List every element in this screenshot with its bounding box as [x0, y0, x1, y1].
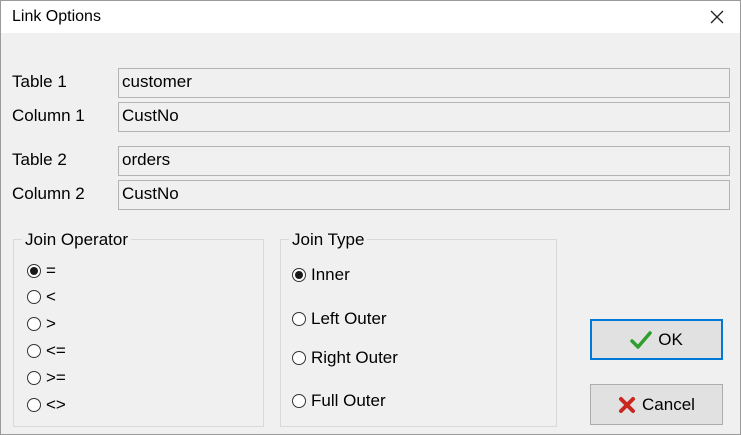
radio-icon: [292, 312, 306, 326]
join-type-right-outer[interactable]: Right Outer: [292, 348, 398, 368]
join-op-label: <=: [46, 341, 66, 360]
radio-selected-dot: [295, 271, 303, 279]
join-op-less[interactable]: <: [27, 287, 56, 307]
radio-icon: [27, 344, 41, 358]
join-type-label: Left Outer: [311, 309, 387, 328]
join-type-left-outer[interactable]: Left Outer: [292, 309, 387, 329]
close-button[interactable]: [694, 1, 740, 33]
join-operator-legend: Join Operator: [22, 230, 131, 250]
join-type-inner[interactable]: Inner: [292, 265, 350, 285]
cancel-button[interactable]: Cancel: [590, 384, 723, 425]
table2-field: orders: [118, 146, 730, 176]
x-icon: [618, 396, 636, 414]
join-op-label: <: [46, 287, 56, 306]
ok-button[interactable]: OK: [590, 319, 723, 360]
join-type-label: Right Outer: [311, 348, 398, 367]
radio-icon: [292, 268, 306, 282]
join-op-equal[interactable]: =: [27, 261, 56, 281]
join-op-not-equal[interactable]: <>: [27, 395, 66, 415]
table1-field: customer: [118, 68, 730, 98]
link-options-dialog: Link Options Table 1 customer Column 1 C…: [0, 0, 741, 435]
join-type-label: Inner: [311, 265, 350, 284]
close-icon: [710, 10, 724, 24]
ok-label: OK: [658, 329, 683, 349]
radio-icon: [27, 398, 41, 412]
column2-label: Column 2: [12, 184, 85, 203]
radio-selected-dot: [30, 267, 38, 275]
join-op-label: >: [46, 314, 56, 333]
window-title: Link Options: [12, 8, 101, 25]
column1-field: CustNo: [118, 102, 730, 132]
table2-label: Table 2: [12, 150, 67, 169]
radio-icon: [27, 264, 41, 278]
join-type-legend: Join Type: [289, 230, 368, 250]
join-op-label: =: [46, 261, 56, 280]
join-type-label: Full Outer: [311, 391, 386, 410]
join-op-less-equal[interactable]: <=: [27, 341, 66, 361]
join-op-label: <>: [46, 395, 66, 414]
radio-icon: [27, 317, 41, 331]
column1-label: Column 1: [12, 106, 85, 125]
check-icon: [630, 330, 652, 349]
join-op-greater-equal[interactable]: >=: [27, 368, 66, 388]
table1-label: Table 1: [12, 72, 67, 91]
radio-icon: [292, 394, 306, 408]
join-op-greater[interactable]: >: [27, 314, 56, 334]
radio-icon: [27, 371, 41, 385]
radio-icon: [292, 351, 306, 365]
column2-field: CustNo: [118, 180, 730, 210]
join-op-label: >=: [46, 368, 66, 387]
radio-icon: [27, 290, 41, 304]
join-type-full-outer[interactable]: Full Outer: [292, 391, 386, 411]
cancel-label: Cancel: [642, 394, 695, 414]
title-bar: Link Options: [1, 1, 740, 33]
